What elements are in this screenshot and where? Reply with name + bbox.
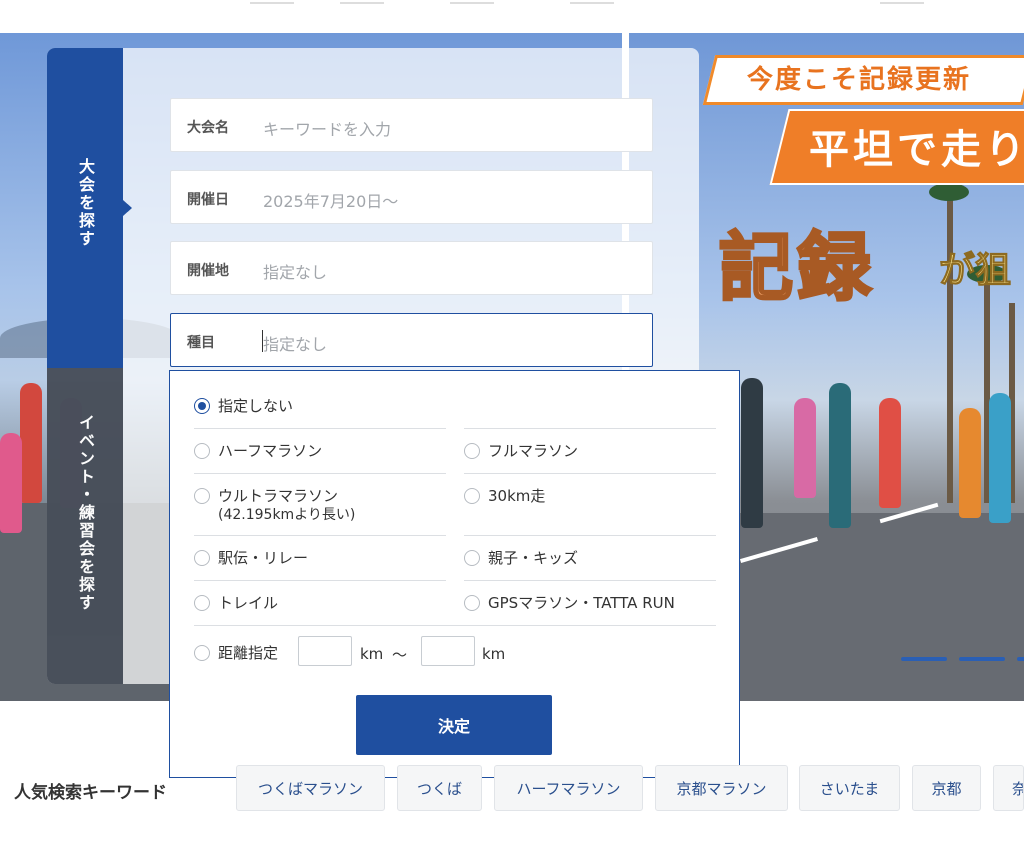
date-value[interactable]: 2025年7月20日〜 [263,188,398,212]
location-value[interactable]: 指定なし [263,259,327,283]
radio-icon[interactable] [194,488,210,504]
location-label: 開催地 [187,263,229,279]
nav-item[interactable] [880,0,924,4]
radio-icon[interactable] [194,595,210,611]
date-field[interactable]: 開催日 2025年7月20日〜 [170,170,653,224]
tab-active-arrow-icon [123,200,132,216]
palm-tree [947,193,953,503]
radio-checked-icon[interactable] [194,398,210,414]
divider [194,473,446,474]
option-kids-label: 親子・キッズ [488,549,579,567]
nav-item[interactable] [340,0,384,4]
option-ultra-marathon[interactable]: ウルトラマラソン (42.195kmより長い) [194,487,355,524]
keyword-chip[interactable]: さいたま [799,765,900,811]
option-distance[interactable]: 距離指定 [194,644,278,662]
palm-tree [929,183,969,201]
option-gps-marathon-label: GPSマラソン・TATTA RUN [488,594,675,612]
radio-icon[interactable] [464,443,480,459]
option-trail-label: トレイル [218,594,279,612]
option-ekiden[interactable]: 駅伝・リレー [194,549,308,567]
divider [464,580,716,581]
option-half-marathon[interactable]: ハーフマラソン [194,442,322,460]
popular-keywords-title: 人気検索キーワード [14,783,167,803]
runner-figure [20,383,42,503]
range-separator: 〜 [392,646,408,664]
divider [464,473,716,474]
tab-search-race[interactable]: 大会を探す [47,48,123,368]
distance-from-input[interactable] [298,636,352,666]
option-ultra-note: (42.195kmより長い) [218,507,356,523]
option-full-marathon-label: フルマラソン [488,442,579,460]
slider-dot[interactable] [901,657,947,661]
divider [464,535,716,536]
runner-figure [959,408,981,518]
location-field[interactable]: 開催地 指定なし [170,241,653,295]
divider [194,580,446,581]
option-none[interactable]: 指定しない [194,397,293,415]
tab-search-event-label: イベント・練習会を探す [76,414,95,612]
nav-item[interactable] [570,0,614,4]
slider-dot[interactable] [959,657,1005,661]
keyword-chip[interactable]: つくばマラソン [236,765,385,811]
keyword-chip[interactable]: 奈 [993,765,1024,811]
runner-figure [794,398,816,498]
nav-item[interactable] [250,0,294,4]
km-unit-to: km [482,645,506,663]
runner-figure [0,433,22,533]
race-name-input[interactable]: キーワードを入力 [263,116,391,140]
radio-icon[interactable] [194,443,210,459]
keyword-chip[interactable]: 京都 [912,765,981,811]
banner-line-2: 平坦で走り [809,127,1024,173]
option-distance-label: 距離指定 [218,644,279,662]
option-trail[interactable]: トレイル [194,594,278,612]
radio-icon[interactable] [464,488,480,504]
top-navigation [0,0,1024,33]
divider [464,428,716,429]
option-full-marathon[interactable]: フルマラソン [464,442,578,460]
banner-big-text: 記録 [718,224,875,313]
radio-icon[interactable] [194,550,210,566]
tab-search-race-label: 大会を探す [76,158,95,248]
race-name-field[interactable]: 大会名 キーワードを入力 [170,98,653,152]
option-ultra-title: ウルトラマラソン [218,487,339,505]
tab-search-event[interactable]: イベント・練習会を探す [47,368,123,684]
divider [194,535,446,536]
runner-figure [879,398,901,508]
option-kids[interactable]: 親子・キッズ [464,549,578,567]
slider-dot[interactable] [1017,657,1024,661]
radio-icon[interactable] [194,645,210,661]
race-name-label: 大会名 [187,120,229,136]
runner-figure [741,378,763,528]
keyword-chip[interactable]: つくば [397,765,482,811]
banner-line-1: 今度こそ記録更新 [747,65,972,95]
page: 今度こそ記録更新 平坦で走り 記録 が狙 大会を探す イベント・練習会を探す 大… [0,0,1024,861]
option-gps-marathon[interactable]: GPSマラソン・TATTA RUN [464,594,675,612]
event-type-value[interactable]: 指定なし [263,331,327,355]
keyword-chip[interactable]: ハーフマラソン [494,765,643,811]
keyword-chip[interactable]: 京都マラソン [655,765,788,811]
option-ekiden-label: 駅伝・リレー [218,549,309,567]
radio-icon[interactable] [464,595,480,611]
radio-icon[interactable] [464,550,480,566]
date-label: 開催日 [187,192,229,208]
option-30km[interactable]: 30km走 [464,487,545,505]
option-half-marathon-label: ハーフマラソン [218,442,323,460]
distance-to-input[interactable] [421,636,475,666]
option-none-label: 指定しない [218,397,294,415]
option-30km-label: 30km走 [488,487,546,505]
divider [194,428,446,429]
event-type-label: 種目 [187,335,215,351]
decide-button[interactable]: 決定 [356,695,552,755]
option-ultra-marathon-label: ウルトラマラソン (42.195kmより長い) [218,487,355,524]
event-type-field[interactable]: 種目 指定なし [170,313,653,367]
banner-small-text: が狙 [938,250,1012,292]
runner-figure [989,393,1011,523]
km-unit-from: km [360,645,384,663]
nav-item[interactable] [450,0,494,4]
runner-figure [829,383,851,528]
divider [194,625,716,626]
